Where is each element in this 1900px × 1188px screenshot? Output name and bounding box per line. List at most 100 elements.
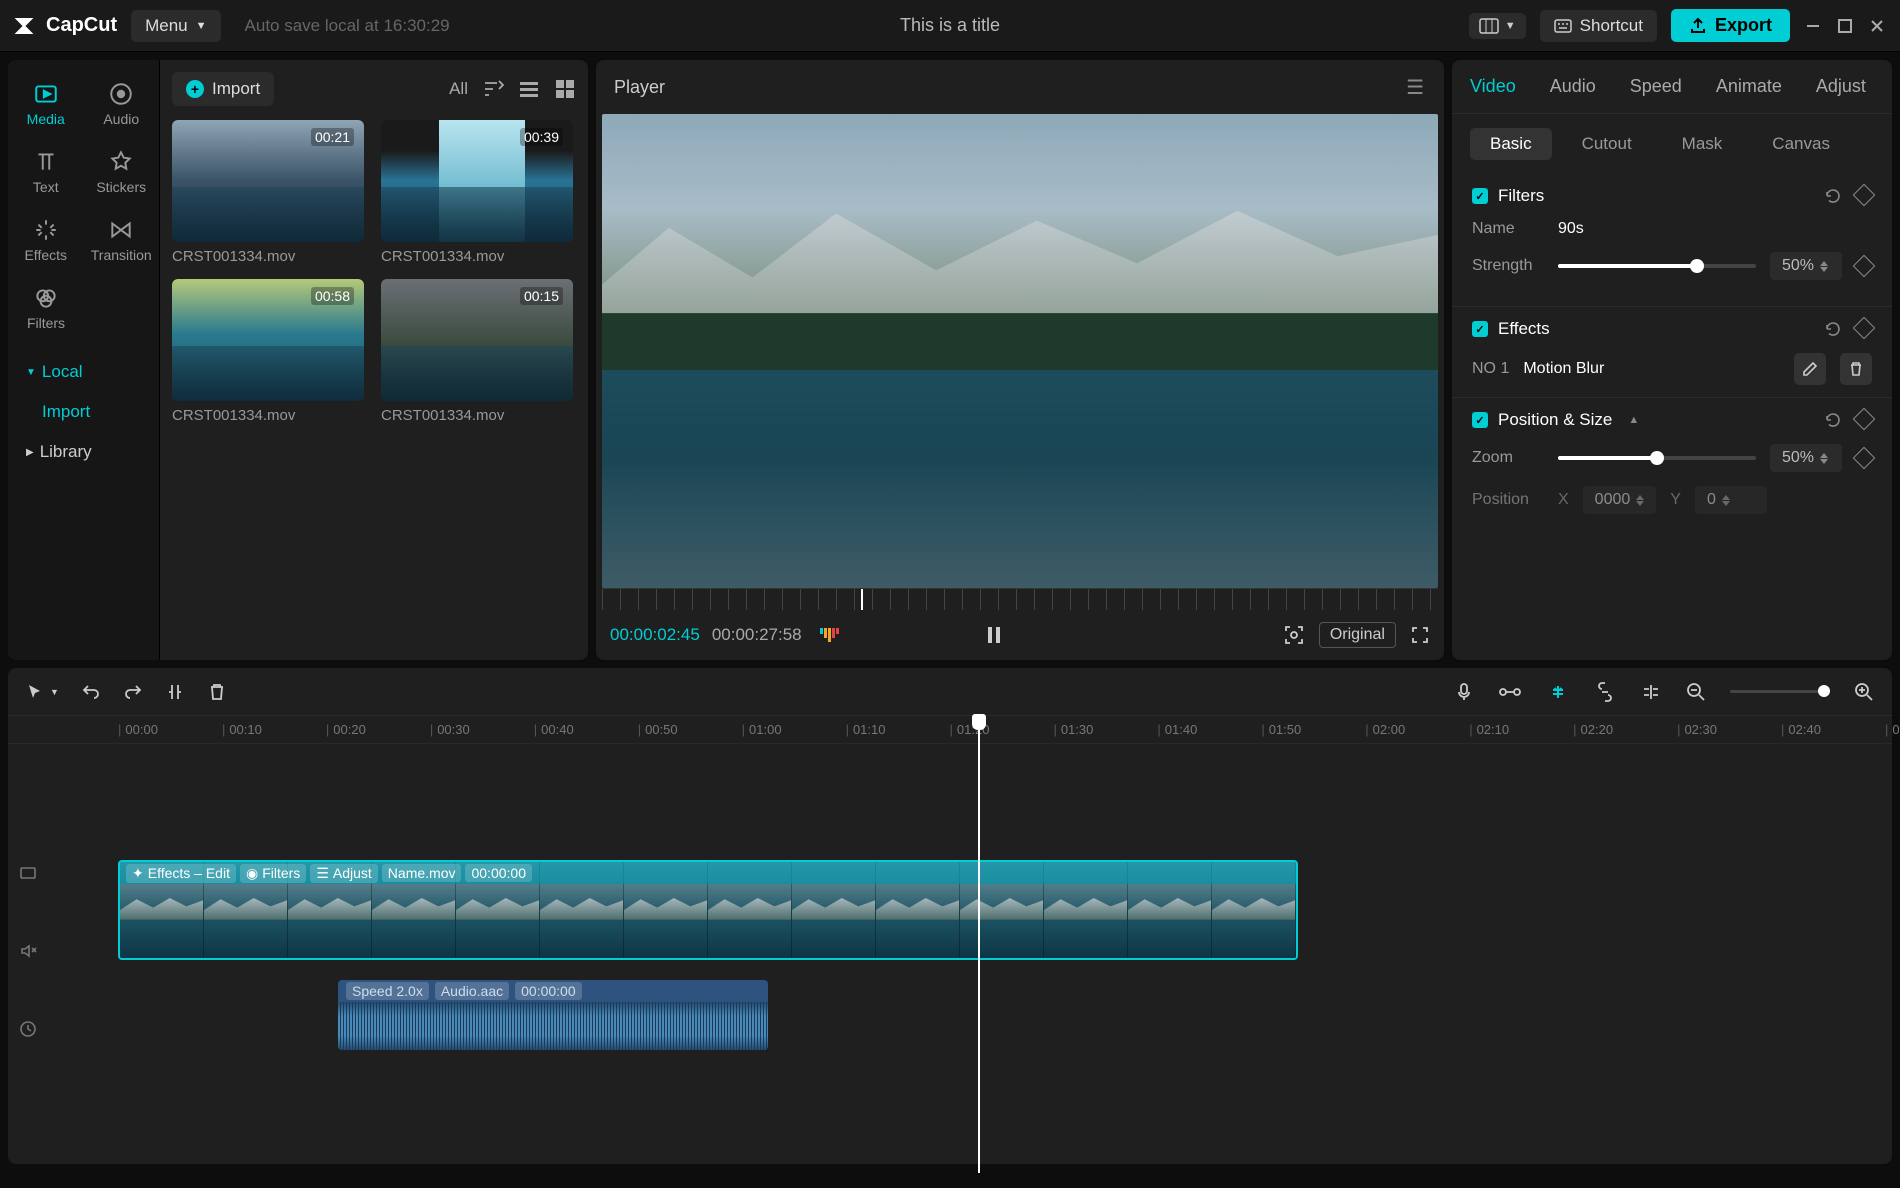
tab-animate[interactable]: Animate <box>1716 76 1782 97</box>
nav-library[interactable]: ▶Library <box>8 432 159 472</box>
link-button[interactable] <box>1546 682 1570 702</box>
reset-icon[interactable] <box>1824 411 1842 429</box>
shortcut-button[interactable]: Shortcut <box>1540 10 1657 42</box>
video-clip[interactable]: ✦ Effects – Edit ◉ Filters ☰ Adjust Name… <box>118 860 1298 960</box>
scan-icon[interactable] <box>1283 624 1305 646</box>
original-button[interactable]: Original <box>1319 622 1396 648</box>
tab-adjust[interactable]: Adjust <box>1816 76 1866 97</box>
keyframe-icon[interactable] <box>1853 408 1876 431</box>
media-item[interactable]: 00:21 CRST001334.mov <box>172 120 367 265</box>
stickers-icon <box>108 149 134 175</box>
pos-y-value[interactable]: 0 <box>1695 486 1767 514</box>
delete-button[interactable] <box>207 682 227 702</box>
audio-clip[interactable]: Speed 2.0x Audio.aac 00:00:00 <box>338 980 768 1050</box>
zoom-slider[interactable] <box>1558 456 1756 460</box>
zoom-out-button[interactable] <box>1686 682 1706 702</box>
pause-button[interactable] <box>983 624 1005 646</box>
tool-text[interactable]: Text <box>8 138 84 206</box>
close-icon[interactable] <box>1868 17 1886 35</box>
keyframe-icon[interactable] <box>1853 317 1876 340</box>
tab-video[interactable]: Video <box>1470 76 1516 97</box>
align-button[interactable] <box>1640 682 1662 702</box>
ruler-tick: 02:40 <box>1781 722 1821 737</box>
tool-effects[interactable]: Effects <box>8 206 84 274</box>
maximize-icon[interactable] <box>1836 17 1854 35</box>
ruler-tick: 01:10 <box>846 722 886 737</box>
pencil-icon <box>1802 361 1818 377</box>
clip-chip-filters[interactable]: ◉ Filters <box>240 864 306 883</box>
media-pane: Media Audio Text Stickers <box>8 60 588 660</box>
checkbox-icon[interactable]: ✓ <box>1472 321 1488 337</box>
undo-button[interactable] <box>81 682 101 702</box>
subtab-canvas[interactable]: Canvas <box>1752 128 1850 160</box>
split-button[interactable] <box>165 682 185 702</box>
tool-audio[interactable]: Audio <box>84 70 160 138</box>
subtab-mask[interactable]: Mask <box>1662 128 1743 160</box>
media-item[interactable]: 00:15 CRST001334.mov <box>381 279 576 424</box>
strength-value[interactable]: 50% <box>1770 252 1842 280</box>
edit-effect-button[interactable] <box>1794 353 1826 385</box>
sort-icon[interactable] <box>482 78 504 100</box>
select-tool[interactable]: ▼ <box>26 683 59 701</box>
tool-media[interactable]: Media <box>8 70 84 138</box>
nav-import[interactable]: Import <box>8 392 159 432</box>
pos-x-value[interactable]: 0000 <box>1583 486 1657 514</box>
section-position-size: ✓ Position & Size ▲ Zoom 50% Position X … <box>1452 398 1892 526</box>
checkbox-icon[interactable]: ✓ <box>1472 412 1488 428</box>
nav-local[interactable]: ▼Local <box>8 352 159 392</box>
timeline-ruler[interactable]: 00:0000:1000:2000:3000:4000:5001:0001:10… <box>8 716 1892 744</box>
time-current: 00:00:02:45 <box>610 625 700 645</box>
checkbox-icon[interactable]: ✓ <box>1472 188 1488 204</box>
fullscreen-icon[interactable] <box>1410 625 1430 645</box>
tab-speed[interactable]: Speed <box>1630 76 1682 97</box>
subtab-basic[interactable]: Basic <box>1470 128 1552 160</box>
player-viewport[interactable] <box>602 114 1438 588</box>
keyframe-icon[interactable] <box>1853 255 1876 278</box>
track-clock-icon[interactable] <box>19 1020 37 1038</box>
player-ruler[interactable] <box>602 588 1438 610</box>
aspect-ratio-button[interactable]: ▼ <box>1469 13 1526 39</box>
magnet-button[interactable] <box>1498 682 1522 702</box>
chain-button[interactable] <box>1594 682 1616 702</box>
reset-icon[interactable] <box>1824 187 1842 205</box>
tool-stickers[interactable]: Stickers <box>84 138 160 206</box>
project-title[interactable]: This is a title <box>900 15 1000 36</box>
playhead[interactable] <box>978 716 980 1173</box>
tab-audio[interactable]: Audio <box>1550 76 1596 97</box>
media-item[interactable]: 00:58 CRST001334.mov <box>172 279 367 424</box>
section-effects: ✓ Effects NO 1 Motion Blur <box>1452 307 1892 398</box>
minimize-icon[interactable] <box>1804 17 1822 35</box>
player-menu-icon[interactable]: ☰ <box>1406 75 1426 100</box>
zoom-value[interactable]: 50% <box>1770 444 1842 472</box>
audio-speed-chip: Speed 2.0x <box>346 982 429 1000</box>
delete-effect-button[interactable] <box>1840 353 1872 385</box>
grid-view-icon[interactable] <box>554 78 576 100</box>
chevron-up-icon[interactable]: ▲ <box>1628 414 1639 426</box>
zoom-slider[interactable] <box>1730 690 1830 693</box>
tool-transition[interactable]: Transition <box>84 206 160 274</box>
keyframe-icon[interactable] <box>1853 447 1876 470</box>
import-button[interactable]: + Import <box>172 72 274 106</box>
clip-chip-adjust[interactable]: ☰ Adjust <box>310 864 377 883</box>
reset-icon[interactable] <box>1824 320 1842 338</box>
mic-button[interactable] <box>1454 682 1474 702</box>
subtab-cutout[interactable]: Cutout <box>1562 128 1652 160</box>
redo-button[interactable] <box>123 682 143 702</box>
keyframe-icon[interactable] <box>1853 184 1876 207</box>
clip-chip-effects[interactable]: ✦ Effects – Edit <box>126 864 236 883</box>
strength-slider[interactable] <box>1558 264 1756 268</box>
track-mute-icon[interactable] <box>19 942 37 960</box>
zoom-in-button[interactable] <box>1854 682 1874 702</box>
tool-filters[interactable]: Filters <box>8 274 84 342</box>
ruler-tick: 02:00 <box>1365 722 1405 737</box>
media-item[interactable]: 00:39 CRST001334.mov <box>381 120 576 265</box>
menu-button[interactable]: Menu ▼ <box>131 10 220 42</box>
export-button[interactable]: Export <box>1671 9 1790 42</box>
chevron-down-icon: ▼ <box>1505 20 1516 32</box>
list-view-icon[interactable] <box>518 78 540 100</box>
export-icon <box>1689 17 1707 35</box>
filter-all[interactable]: All <box>449 79 468 99</box>
track-video-icon[interactable] <box>19 864 37 882</box>
autosave-status: Auto save local at 16:30:29 <box>245 16 450 36</box>
ruler-tick: 00:30 <box>430 722 470 737</box>
